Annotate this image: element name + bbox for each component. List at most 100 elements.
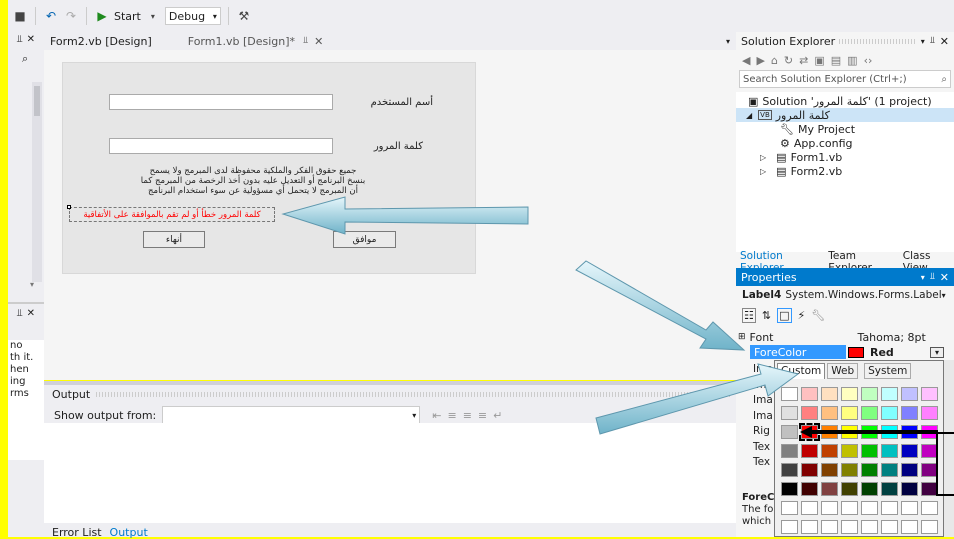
color-swatch[interactable] xyxy=(861,482,878,496)
output-content[interactable] xyxy=(44,423,736,523)
color-swatch[interactable] xyxy=(881,520,898,534)
color-swatch[interactable] xyxy=(781,444,798,458)
tree-item-solution[interactable]: ▣ Solution 'كلمة المرور' (1 project) xyxy=(736,94,954,108)
redo-icon[interactable]: ↷ xyxy=(63,8,79,24)
tree-item-my-project[interactable]: 🔧︎ My Project xyxy=(736,122,954,136)
color-swatch[interactable] xyxy=(881,425,898,439)
color-swatch[interactable] xyxy=(881,463,898,477)
color-swatch[interactable] xyxy=(881,406,898,420)
expand-arrow-icon[interactable]: ▷ xyxy=(760,167,766,176)
color-swatch[interactable] xyxy=(821,425,838,439)
color-swatch[interactable] xyxy=(861,520,878,534)
color-swatch[interactable] xyxy=(821,520,838,534)
color-swatch[interactable] xyxy=(821,482,838,496)
color-swatch[interactable] xyxy=(801,501,818,515)
pin-icon[interactable]: ⫫ xyxy=(930,272,935,282)
color-swatch[interactable] xyxy=(781,406,798,420)
color-swatch[interactable] xyxy=(901,444,918,458)
expand-arrow-icon[interactable]: ▷ xyxy=(760,153,766,162)
chevron-down-icon[interactable]: ▾ xyxy=(942,291,946,300)
color-swatch[interactable] xyxy=(881,444,898,458)
scrollbar-thumb[interactable] xyxy=(34,86,40,116)
categorized-icon[interactable]: ☷ xyxy=(742,307,756,323)
property-pages-icon[interactable]: 🔧︎ xyxy=(811,309,825,322)
color-swatch[interactable] xyxy=(841,463,858,477)
color-swatch[interactable] xyxy=(901,387,918,401)
color-swatch[interactable] xyxy=(921,520,938,534)
color-swatch[interactable] xyxy=(901,406,918,420)
search-icon[interactable]: ⌕ xyxy=(22,52,28,66)
error-label[interactable]: كلمة المرور خطأ أو لم تقم بالموافقة على … xyxy=(69,207,275,222)
color-swatch[interactable] xyxy=(861,406,878,420)
close-icon[interactable]: ✕ xyxy=(314,35,323,48)
scrollbar[interactable] xyxy=(32,82,42,282)
color-swatch[interactable] xyxy=(901,482,918,496)
color-swatch[interactable] xyxy=(821,444,838,458)
color-swatch[interactable] xyxy=(821,463,838,477)
pin-icon[interactable]: ⫫ xyxy=(303,36,308,46)
color-swatch[interactable] xyxy=(821,406,838,420)
color-swatch[interactable] xyxy=(799,423,820,441)
close-icon[interactable]: ✕ xyxy=(27,308,35,324)
color-swatch[interactable] xyxy=(881,501,898,515)
exit-button[interactable]: أنهاء xyxy=(143,231,205,248)
configuration-select[interactable]: Debug ▾ xyxy=(164,7,221,25)
close-icon[interactable]: ✕ xyxy=(940,271,949,284)
save-all-icon[interactable]: ■ xyxy=(12,8,28,24)
selection-handle[interactable] xyxy=(67,205,71,209)
color-swatch[interactable] xyxy=(861,501,878,515)
tab-custom[interactable]: Custom xyxy=(777,363,826,379)
color-swatch[interactable] xyxy=(801,482,818,496)
chevron-down-icon[interactable]: ▾ xyxy=(726,37,730,46)
sync-icon[interactable]: ↻ xyxy=(784,54,793,67)
chevron-down-icon[interactable]: ▾ xyxy=(921,273,925,282)
property-row-font[interactable]: ⊞ Font Tahoma; 8pt xyxy=(738,330,948,344)
color-swatch[interactable] xyxy=(781,501,798,515)
tab-error-list[interactable]: Error List xyxy=(52,526,102,539)
properties-icon[interactable]: □ xyxy=(777,307,792,323)
output-source-select[interactable]: ▾ xyxy=(162,406,421,424)
back-icon[interactable]: ◀ xyxy=(742,54,750,67)
color-swatch[interactable] xyxy=(821,387,838,401)
alphabetical-icon[interactable]: ⇅ xyxy=(762,309,771,322)
forward-icon[interactable]: ▶ xyxy=(756,54,764,67)
ok-button[interactable]: موافق xyxy=(333,231,396,248)
color-swatch[interactable] xyxy=(781,387,798,401)
color-swatch[interactable] xyxy=(801,463,818,477)
start-play-icon[interactable]: ▶ xyxy=(94,8,110,24)
chevron-down-icon[interactable]: ▾ xyxy=(921,37,925,46)
color-swatch[interactable] xyxy=(841,501,858,515)
color-swatch[interactable] xyxy=(781,520,798,534)
color-swatch[interactable] xyxy=(781,482,798,496)
object-selector[interactable]: Label4 System.Windows.Forms.Label ▾ xyxy=(736,286,954,304)
color-swatch[interactable] xyxy=(881,387,898,401)
color-swatch[interactable] xyxy=(801,406,818,420)
code-icon[interactable]: ‹› xyxy=(864,54,873,67)
start-button-label[interactable]: Start xyxy=(114,10,141,23)
expand-icon[interactable]: ⊞ xyxy=(738,332,746,342)
color-swatch[interactable] xyxy=(861,387,878,401)
color-swatch[interactable] xyxy=(781,425,798,439)
tree-item-form2[interactable]: ▷ ▤ Form2.vb xyxy=(736,164,954,178)
color-swatch[interactable] xyxy=(921,501,938,515)
color-swatch[interactable] xyxy=(801,444,818,458)
color-swatch[interactable] xyxy=(841,387,858,401)
close-icon[interactable]: ✕ xyxy=(940,35,949,48)
attach-icon[interactable]: ⚒ xyxy=(236,8,252,24)
properties-icon[interactable]: ▥ xyxy=(847,54,857,67)
color-swatch[interactable] xyxy=(781,463,798,477)
tab-output[interactable]: Output xyxy=(110,526,148,539)
chevron-down-icon[interactable]: ▾ xyxy=(145,8,161,24)
search-icon[interactable]: ⌕ xyxy=(941,74,947,85)
undo-icon[interactable]: ↶ xyxy=(43,8,59,24)
expand-arrow-icon[interactable]: ◢ xyxy=(746,111,752,120)
home-icon[interactable]: ⌂ xyxy=(771,54,778,67)
color-swatch[interactable] xyxy=(901,520,918,534)
color-swatch[interactable] xyxy=(901,425,918,439)
color-swatch[interactable] xyxy=(861,463,878,477)
tab-form2-design[interactable]: Form2.vb [Design] xyxy=(44,32,158,50)
color-swatch[interactable] xyxy=(801,387,818,401)
color-swatch[interactable] xyxy=(821,501,838,515)
pin-icon[interactable]: ⫫ xyxy=(17,34,23,50)
color-swatch[interactable] xyxy=(921,387,938,401)
